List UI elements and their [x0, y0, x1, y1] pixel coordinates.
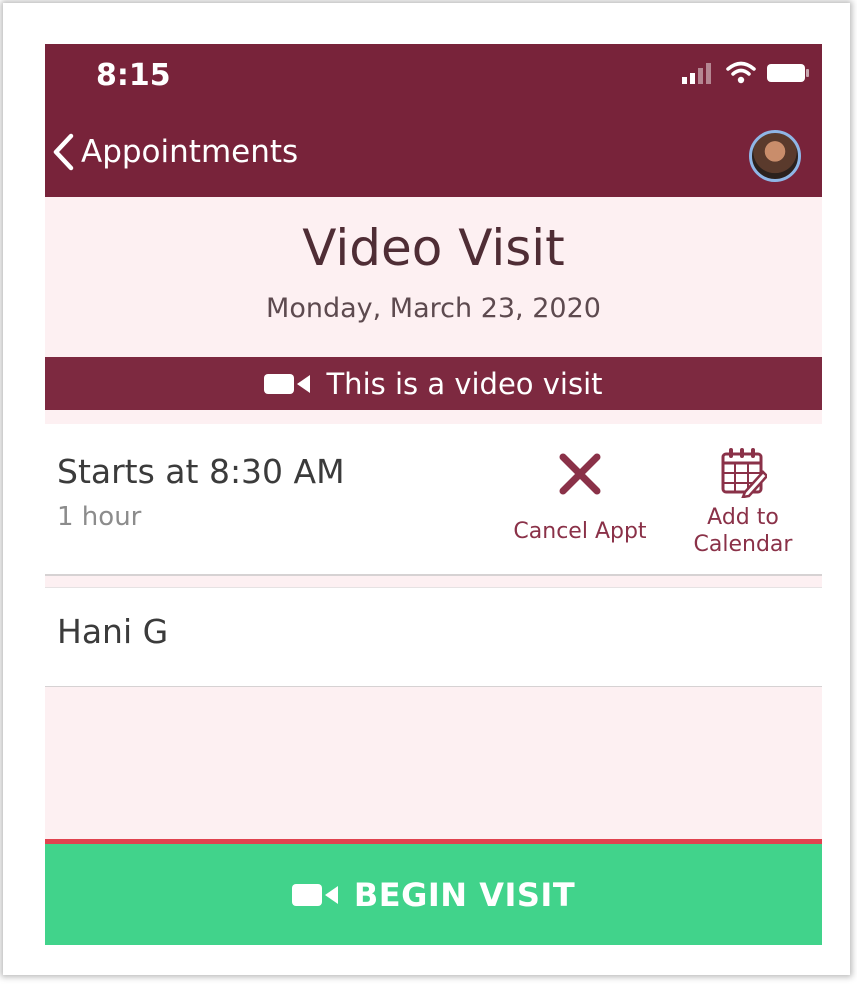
banner-text: This is a video visit: [326, 366, 603, 401]
phone-screen: 8:15 Appointments Video Visit Monday, Ma…: [45, 44, 822, 945]
appointment-date: Monday, March 23, 2020: [266, 293, 601, 324]
duration: 1 hour: [57, 502, 142, 532]
add-to-calendar-label-line2: Calendar: [693, 532, 793, 557]
video-visit-banner: This is a video visit: [45, 357, 822, 410]
appointment-header: Video Visit Monday, March 23, 2020: [45, 197, 822, 357]
nav-bar: Appointments: [45, 104, 822, 197]
appointment-time-card: Starts at 8:30 AM 1 hour Cancel Appt Add…: [45, 424, 822, 576]
close-icon: [559, 453, 601, 495]
cancel-appt-button[interactable]: Cancel Appt: [505, 452, 655, 545]
back-label: Appointments: [81, 134, 299, 170]
cellular-signal-icon: [682, 63, 711, 84]
video-camera-icon: [264, 373, 311, 394]
begin-visit-label: BEGIN VISIT: [353, 875, 576, 914]
avatar[interactable]: [749, 130, 801, 182]
empty-space: [45, 687, 822, 839]
cancel-appt-label: Cancel Appt: [513, 519, 647, 544]
video-camera-icon: [291, 883, 338, 906]
battery-icon: [767, 64, 809, 82]
provider-card[interactable]: Hani G: [45, 587, 822, 688]
calendar-icon: [721, 448, 769, 499]
provider-name: Hani G: [57, 612, 169, 651]
add-to-calendar-button[interactable]: Add to Calendar: [683, 446, 803, 558]
status-bar: 8:15: [45, 44, 822, 104]
back-button[interactable]: Appointments: [51, 132, 298, 172]
chevron-left-icon: [53, 133, 74, 171]
screenshot-frame: 8:15 Appointments Video Visit Monday, Ma…: [3, 3, 850, 975]
status-icons: [682, 61, 810, 85]
add-to-calendar-label-line1: Add to: [707, 505, 779, 530]
status-time: 8:15: [96, 58, 171, 93]
start-time: Starts at 8:30 AM: [57, 452, 345, 491]
begin-visit-button[interactable]: BEGIN VISIT: [45, 844, 822, 945]
page-title: Video Visit: [302, 219, 565, 277]
wifi-icon: [726, 61, 756, 84]
